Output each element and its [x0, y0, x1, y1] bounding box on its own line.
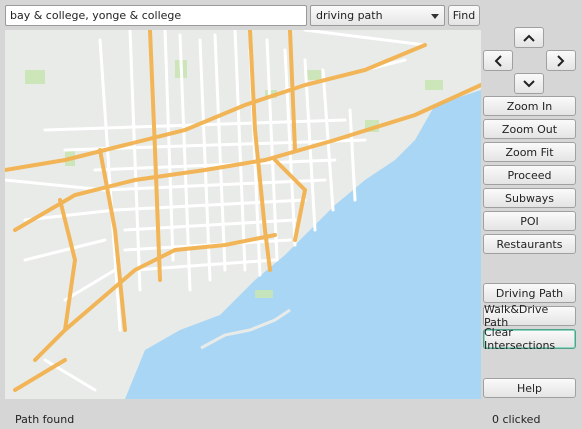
clear-intersections-button[interactable]: Clear Intersections: [483, 326, 576, 352]
search-input[interactable]: [5, 5, 307, 26]
poi-button[interactable]: POI: [483, 211, 576, 231]
driving-path-button[interactable]: Driving Path: [483, 283, 576, 303]
pan-up-button[interactable]: [514, 27, 544, 48]
chevron-down-icon: [523, 79, 535, 87]
map-drawing: [5, 30, 481, 399]
find-button[interactable]: Find: [448, 5, 480, 26]
chevron-down-icon: [431, 14, 439, 19]
chevron-left-icon: [494, 54, 502, 67]
proceed-button[interactable]: Proceed: [483, 165, 576, 185]
path-mode-select[interactable]: driving path: [310, 5, 445, 26]
map-canvas[interactable]: [5, 30, 481, 399]
zoom-out-button[interactable]: Zoom Out: [483, 119, 576, 139]
help-button[interactable]: Help: [483, 378, 576, 398]
zoom-in-button[interactable]: Zoom In: [483, 96, 576, 116]
pan-down-button[interactable]: [514, 73, 544, 94]
pan-right-button[interactable]: [546, 50, 576, 71]
restaurants-button[interactable]: Restaurants: [483, 234, 576, 254]
clicked-count: 0 clicked: [492, 413, 541, 426]
chevron-right-icon: [557, 54, 565, 67]
subways-button[interactable]: Subways: [483, 188, 576, 208]
zoom-fit-button[interactable]: Zoom Fit: [483, 142, 576, 162]
status-message: Path found: [15, 413, 75, 426]
path-mode-selected-label: driving path: [316, 9, 383, 22]
pan-left-button[interactable]: [483, 50, 513, 71]
walk-drive-path-button[interactable]: Walk&Drive Path: [483, 303, 576, 329]
chevron-up-icon: [523, 34, 535, 42]
